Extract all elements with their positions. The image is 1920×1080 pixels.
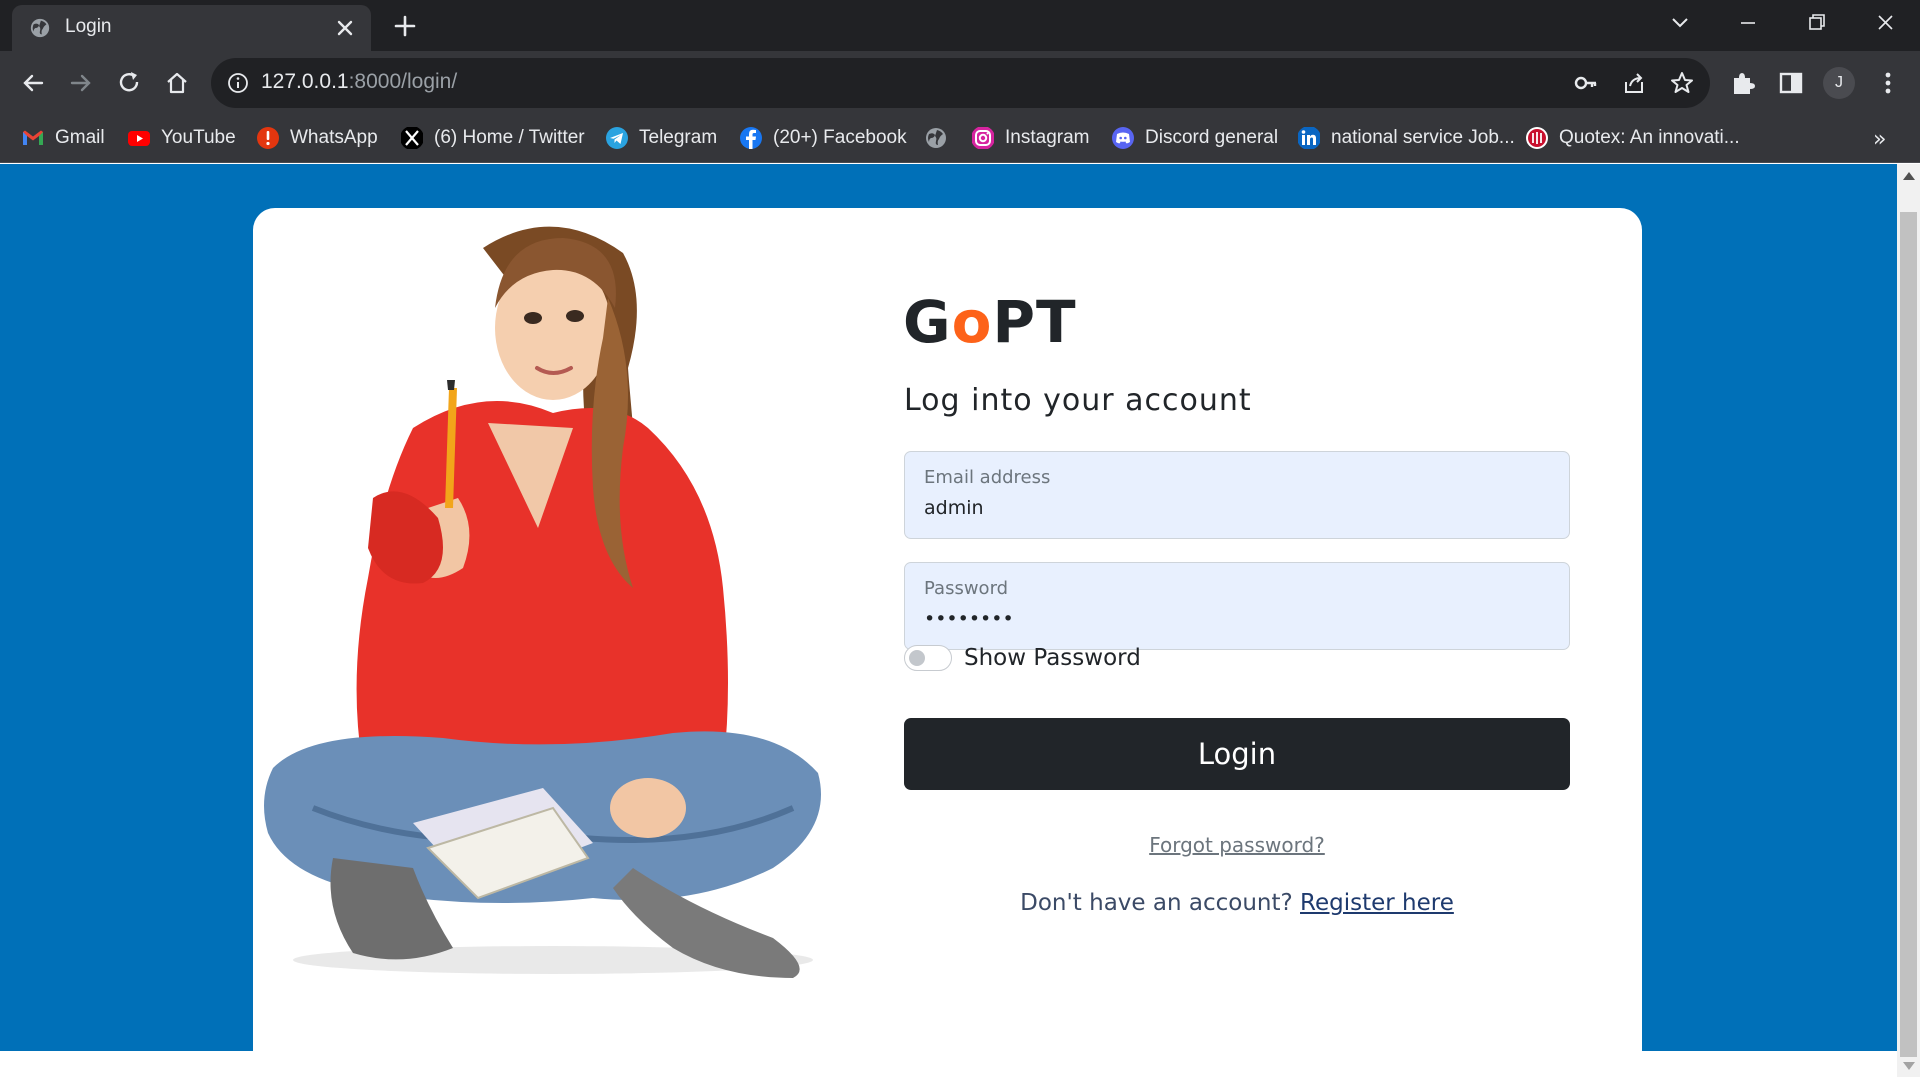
toggle-knob [909,650,925,666]
email-label: Email address [924,467,1051,488]
bookmark-youtube[interactable]: YouTube [127,123,236,153]
bookmarks-bar: Gmail YouTube WhatsApp (6) Home / Twitte… [0,115,1920,163]
url-path: :8000/login/ [348,70,458,93]
key-icon[interactable] [1573,70,1599,96]
page-scrollbar[interactable] [1897,164,1920,1077]
brand-accent: o [951,288,993,356]
instagram-icon [972,127,994,149]
bookmark-quotex[interactable]: Quotex: An innovati... [1525,123,1740,153]
bookmarks-overflow-chevron[interactable]: » [1873,127,1886,152]
tab-login[interactable]: Login [12,5,371,51]
bookmark-label: Telegram [639,127,718,148]
telegram-icon [606,127,628,149]
page-subtitle: Log into your account [904,383,1252,418]
x-twitter-icon [401,127,423,149]
bookmark-globe[interactable] [924,123,948,153]
bookmark-label: YouTube [161,127,236,148]
email-input[interactable] [924,497,1544,519]
register-link[interactable]: Register here [1300,890,1454,916]
bookmark-telegram[interactable]: Telegram [605,123,717,153]
globe-icon [30,18,50,38]
address-bar[interactable]: 127.0.0.1:8000/login/ [211,58,1710,108]
brand-logo: GoPT [903,288,1077,356]
bookmark-star-icon[interactable] [1669,70,1695,96]
scrollbar-thumb[interactable] [1900,212,1917,1057]
bookmark-label: Quotex: An innovati... [1559,127,1740,148]
password-label: Password [924,578,1009,599]
scroll-down-arrow[interactable] [1903,1062,1915,1070]
bookmark-twitter[interactable]: (6) Home / Twitter [400,123,585,153]
bookmark-gmail[interactable]: Gmail [21,123,105,153]
bookmark-linkedin[interactable]: national service Job... [1297,123,1515,153]
back-arrow-icon[interactable] [18,68,48,98]
login-button[interactable]: Login [904,718,1570,790]
bookmark-discord[interactable]: Discord general [1111,123,1278,153]
tab-search-chevron-icon[interactable] [1660,8,1700,38]
bookmark-label: Gmail [55,127,105,148]
discord-icon [1112,127,1134,149]
new-tab-plus-icon[interactable] [391,12,419,40]
restore-icon[interactable] [1796,8,1836,38]
password-field[interactable]: Password •••••••• [904,562,1570,650]
close-icon[interactable] [333,16,357,40]
gmail-icon [23,130,43,145]
bookmark-label: WhatsApp [290,127,378,148]
close-window-icon[interactable] [1865,8,1905,38]
hero-illustration [264,226,821,978]
whatsapp-icon [257,127,279,149]
kebab-menu-icon[interactable] [1873,68,1903,98]
facebook-icon [740,127,762,149]
scroll-up-arrow[interactable] [1903,172,1915,180]
login-card: GoPT Log into your account Email address… [253,208,1642,1077]
linkedin-icon [1298,127,1320,149]
extensions-puzzle-icon[interactable] [1728,68,1758,98]
forgot-password-link[interactable]: Forgot password? [904,833,1570,857]
bookmark-label: national service Job... [1331,127,1515,148]
home-icon[interactable] [162,68,192,98]
forward-arrow-icon[interactable] [66,68,96,98]
share-icon[interactable] [1621,70,1647,96]
minimize-icon[interactable] [1728,8,1768,38]
show-password-label[interactable]: Show Password [964,645,1141,671]
side-panel-icon[interactable] [1776,68,1806,98]
tab-strip: Login [0,0,1920,51]
bookmark-label: (20+) Facebook [773,127,907,148]
bookmark-label: Discord general [1145,127,1279,148]
password-input[interactable]: •••••••• [924,608,1544,630]
quotex-icon [1526,127,1548,149]
brand-prefix: G [903,288,952,356]
site-info-icon[interactable] [226,71,250,95]
bookmark-whatsapp[interactable]: WhatsApp [256,123,378,153]
reload-icon[interactable] [114,68,144,98]
register-prompt: Don't have an account? Register here [904,890,1570,916]
register-prompt-text: Don't have an account? [1020,890,1301,916]
show-password-toggle[interactable] [904,645,952,671]
brand-suffix: PT [992,288,1077,356]
browser-toolbar: 127.0.0.1:8000/login/ J [0,51,1920,115]
profile-avatar[interactable]: J [1823,67,1855,99]
bookmark-label: Instagram [1005,127,1090,148]
tab-title: Login [65,16,112,37]
youtube-icon [128,131,150,146]
bookmark-instagram[interactable]: Instagram [971,123,1089,153]
url-host: 127.0.0.1 [261,70,349,93]
bookmark-facebook[interactable]: (20+) Facebook [739,123,907,153]
page-viewport: GoPT Log into your account Email address… [0,164,1897,1077]
globe-icon [926,128,946,148]
bookmark-label: (6) Home / Twitter [434,127,585,148]
email-field[interactable]: Email address [904,451,1570,539]
url-text[interactable]: 127.0.0.1:8000/login/ [261,70,457,94]
